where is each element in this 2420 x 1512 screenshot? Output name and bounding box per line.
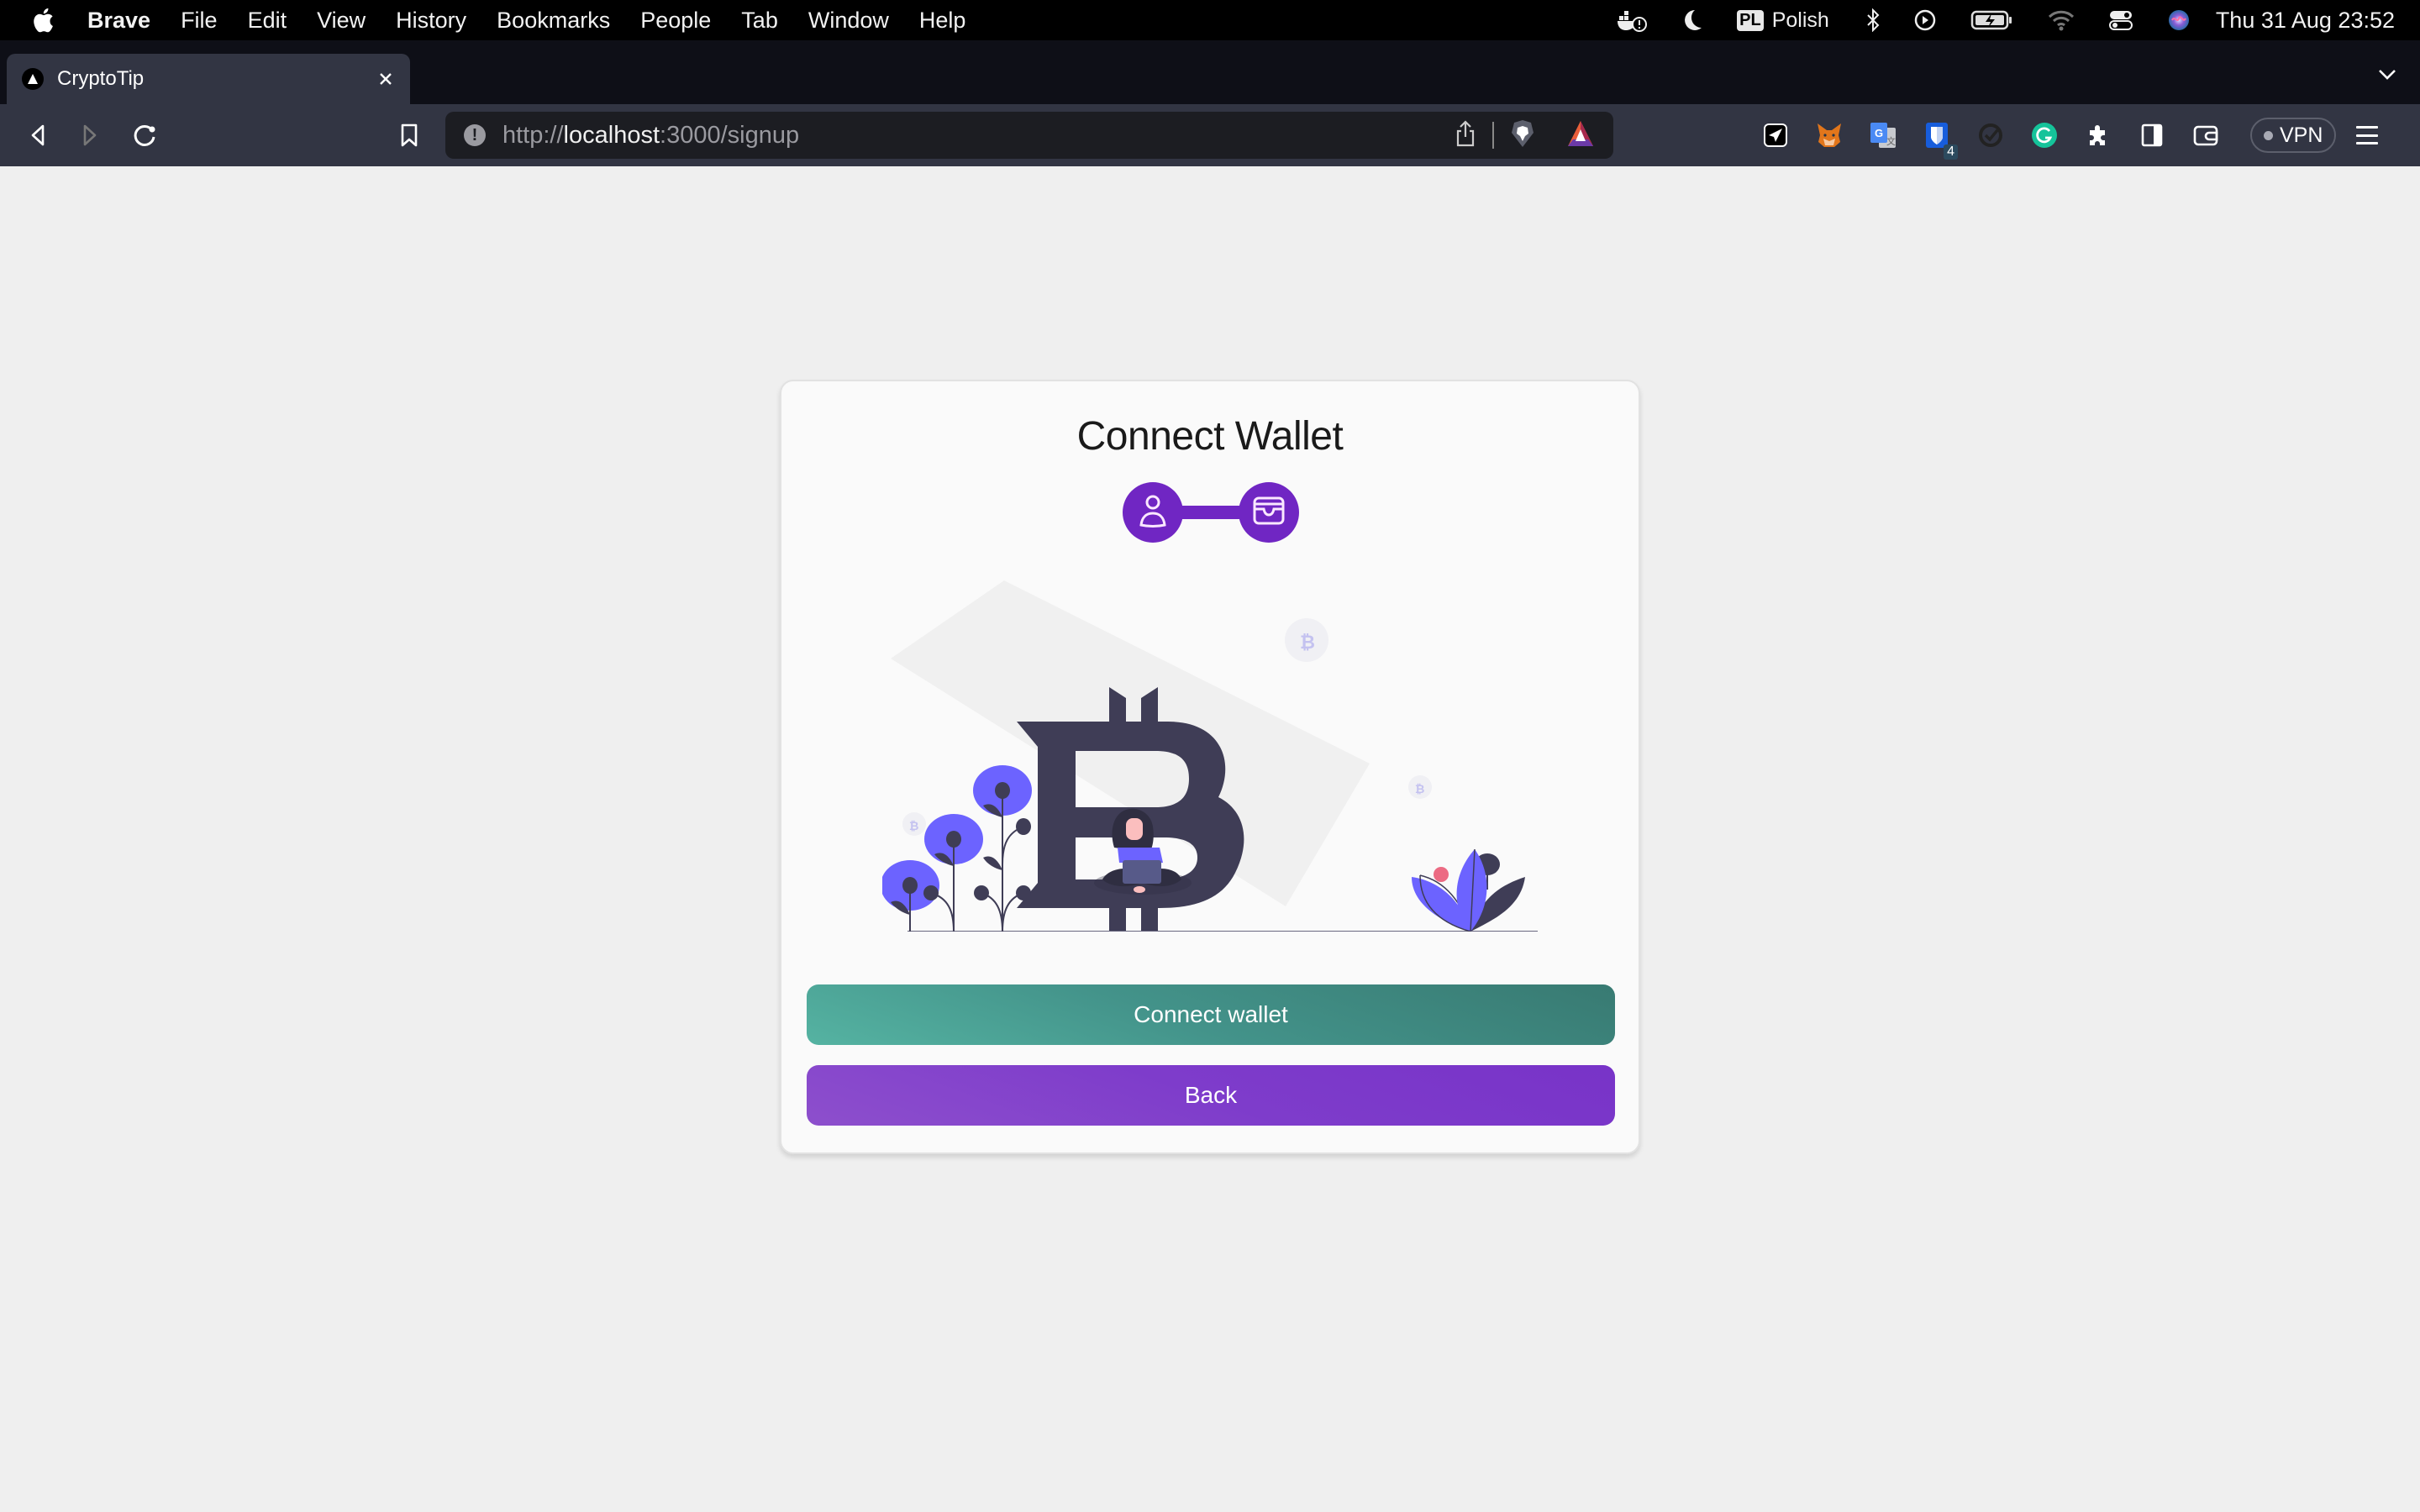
browser-toolbar: ! http://localhost:3000/signup G文 4 VPN	[0, 104, 2420, 166]
apple-menu-icon[interactable]	[32, 6, 57, 34]
media-play-icon[interactable]	[1913, 8, 1937, 32]
timer-check-icon[interactable]	[1976, 121, 2005, 150]
connect-wallet-card: Connect Wallet ₿ ₿ ₿ Connect wallet Back	[780, 380, 1640, 1154]
input-source-label: Polish	[1771, 8, 1829, 32]
page-viewport: Connect Wallet ₿ ₿ ₿ Connect wallet Back	[0, 166, 2420, 1512]
url-path: :3000/signup	[660, 121, 800, 149]
back-nav-icon[interactable]	[24, 121, 52, 150]
step-user	[1123, 482, 1183, 543]
tab-title: CryptoTip	[57, 67, 145, 90]
menu-history[interactable]: History	[396, 8, 466, 34]
input-source-badge: PL	[1737, 9, 1764, 31]
menu-bar-status-area: PL Polish Thu 31 Aug 23:52	[1616, 0, 2420, 40]
svg-text:₿: ₿	[1300, 632, 1315, 653]
bitwarden-badge: 4	[1944, 144, 1958, 160]
tab-cryptotip[interactable]: CryptoTip	[7, 54, 410, 104]
svg-text:₿: ₿	[909, 819, 918, 832]
crypto-wallet-icon[interactable]	[2191, 121, 2220, 150]
cryptotip-favicon-icon	[22, 68, 44, 90]
forward-nav-icon[interactable]	[76, 121, 104, 150]
tab-close-icon[interactable]	[378, 66, 393, 92]
extensions-puzzle-icon[interactable]	[2084, 121, 2112, 150]
control-center-icon[interactable]	[2108, 9, 2133, 31]
wallet-icon	[1252, 496, 1286, 530]
main-menu-hamburger-icon[interactable]	[2356, 126, 2379, 144]
leaf-plant-right	[1412, 848, 1525, 932]
svg-text:₿: ₿	[1415, 782, 1424, 795]
site-info-icon[interactable]: !	[464, 124, 486, 146]
connect-wallet-button[interactable]: Connect wallet	[807, 984, 1615, 1045]
bitcoin-coin-icon: ₿	[1408, 775, 1432, 799]
brave-rewards-triangle-icon[interactable]	[1566, 119, 1595, 152]
google-translate-icon[interactable]: G文	[1869, 121, 1897, 150]
menu-file[interactable]: File	[181, 8, 218, 34]
svg-text:G: G	[1875, 127, 1883, 139]
user-icon	[1138, 493, 1168, 533]
input-source-menu[interactable]: PL Polish	[1737, 8, 1829, 33]
docker-warning-icon[interactable]	[1616, 8, 1648, 33]
url-text[interactable]: http://localhost:3000/signup	[502, 122, 799, 150]
sidebar-toggle-icon[interactable]	[2138, 121, 2166, 150]
back-button[interactable]: Back	[807, 1065, 1615, 1126]
page-title: Connect Wallet	[1076, 414, 1344, 459]
menu-help[interactable]: Help	[919, 8, 966, 34]
url-scheme: http://	[502, 121, 564, 149]
menu-bookmarks[interactable]: Bookmarks	[497, 8, 610, 34]
menu-tab[interactable]: Tab	[741, 8, 778, 34]
bitcoin-coin-icon: ₿	[902, 812, 926, 836]
siri-icon[interactable]	[2167, 8, 2191, 32]
browser-tab-strip: CryptoTip	[0, 40, 2420, 125]
bitwarden-shield-icon[interactable]: 4	[1923, 121, 1958, 160]
menu-app-brave[interactable]: Brave	[87, 8, 150, 34]
bitcoin-coin-icon: ₿	[1285, 618, 1328, 662]
tab-list-chevron-down-icon[interactable]	[2378, 69, 2396, 85]
menu-people[interactable]: People	[640, 8, 711, 34]
battery-charging-icon[interactable]	[1970, 9, 2014, 31]
svg-text:文: 文	[1886, 135, 1896, 147]
extensions-toolbar: G文 4 VPN	[1761, 104, 2379, 166]
signup-stepper	[1123, 482, 1299, 543]
metamask-fox-icon[interactable]	[1815, 121, 1844, 150]
menu-edit[interactable]: Edit	[248, 8, 287, 34]
reload-icon[interactable]	[130, 121, 159, 150]
step-wallet	[1239, 482, 1299, 543]
macos-menu-bar: Brave File Edit View History Bookmarks P…	[0, 0, 2420, 40]
address-bar-divider	[1492, 122, 1494, 149]
bookmark-icon[interactable]	[395, 121, 424, 150]
wifi-icon[interactable]	[2048, 9, 2075, 31]
brave-shields-lion-icon[interactable]	[1511, 119, 1534, 152]
do-not-disturb-moon-icon[interactable]	[1681, 8, 1703, 32]
stepper-connector	[1173, 506, 1249, 519]
menu-bar-clock[interactable]: Thu 31 Aug 23:52	[2216, 8, 2395, 34]
share-icon[interactable]	[1455, 119, 1476, 151]
bitcoin-illustration: ₿ ₿ ₿	[882, 580, 1538, 932]
url-host: localhost	[563, 121, 660, 149]
vpn-button[interactable]: VPN	[2250, 118, 2337, 153]
grammarly-icon[interactable]	[2030, 121, 2059, 150]
menu-window[interactable]: Window	[808, 8, 889, 34]
menu-view[interactable]: View	[317, 8, 366, 34]
vpn-label: VPN	[2280, 123, 2323, 147]
address-bar[interactable]: ! http://localhost:3000/signup	[445, 112, 1613, 159]
address-bar-actions	[1455, 112, 1595, 159]
vpn-status-dot	[2264, 130, 2273, 140]
bluetooth-icon[interactable]	[1866, 8, 1880, 32]
send-extension-icon[interactable]	[1761, 121, 1790, 150]
